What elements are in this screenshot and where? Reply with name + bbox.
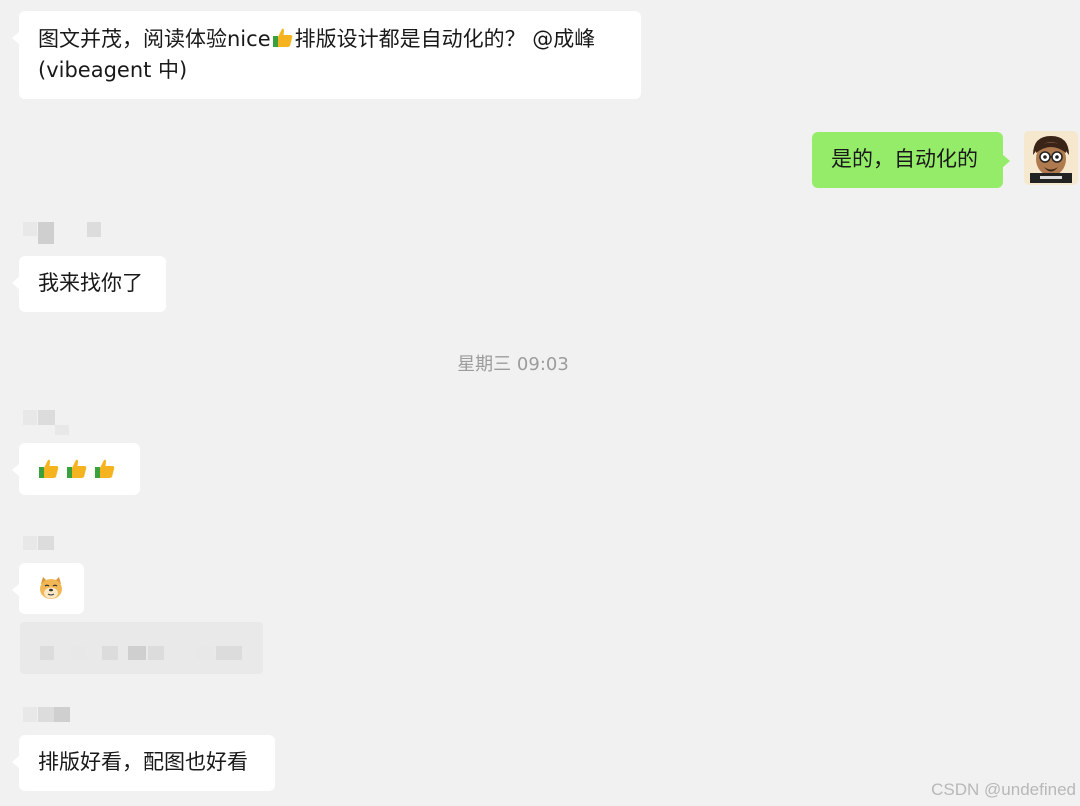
blurred-sender-name [23,536,37,550]
message-text: 是的，自动化的 [831,147,978,171]
blurred-sender-name [23,222,37,236]
blurred-sender-name [23,707,37,722]
message-text: 排版好看，配图也好看 [38,750,248,774]
blurred-text [148,646,164,660]
blurred-sender-name [38,707,54,722]
message-bubble-5[interactable] [12,563,84,614]
timestamp: 星期三 09:03 [457,354,569,375]
blurred-sender-name [55,425,69,435]
emoji-thumbs-row [37,458,117,482]
avatar-cartoon-icon [1024,131,1078,185]
blurred-text [216,646,242,660]
blurred-text [196,646,214,660]
message-text: 我来找你了 [38,271,143,295]
message-text-line2: (vibeagent 中) [38,58,188,82]
message-bubble-2[interactable]: 是的，自动化的 [812,132,1010,188]
watermark: CSDN @undefined [931,780,1076,799]
doge-emoji-icon [40,577,62,599]
blurred-text [102,646,118,660]
message-text-part1: 图文并茂，阅读体验nice [38,27,271,51]
message-bubble-1[interactable]: 图文并茂，阅读体验nice 排版设计都是自动化的？ @成峰 (vibeagent … [12,11,641,99]
blurred-text [40,646,54,660]
blurred-quoted-message [20,622,263,674]
thumbs-up-icon [272,28,292,47]
blurred-sender-name [38,410,55,425]
blurred-sender-name [38,536,54,550]
message-bubble-4[interactable] [12,443,140,495]
blurred-sender-name [87,222,101,237]
blurred-text [70,646,86,660]
message-bubble-3[interactable]: 我来找你了 [12,256,166,312]
thumbs-up-icon [39,459,59,478]
thumbs-up-icon [95,459,115,478]
message-text-part2: 排版设计都是自动化的？ @成峰 [294,27,596,51]
blurred-sender-name [38,222,54,244]
blurred-sender-name [54,707,70,722]
blurred-sender-name [23,410,37,425]
blurred-text [128,646,146,660]
message-bubble-6[interactable]: 排版好看，配图也好看 [12,735,275,791]
thumbs-up-icon [67,459,87,478]
avatar[interactable] [1024,131,1078,185]
